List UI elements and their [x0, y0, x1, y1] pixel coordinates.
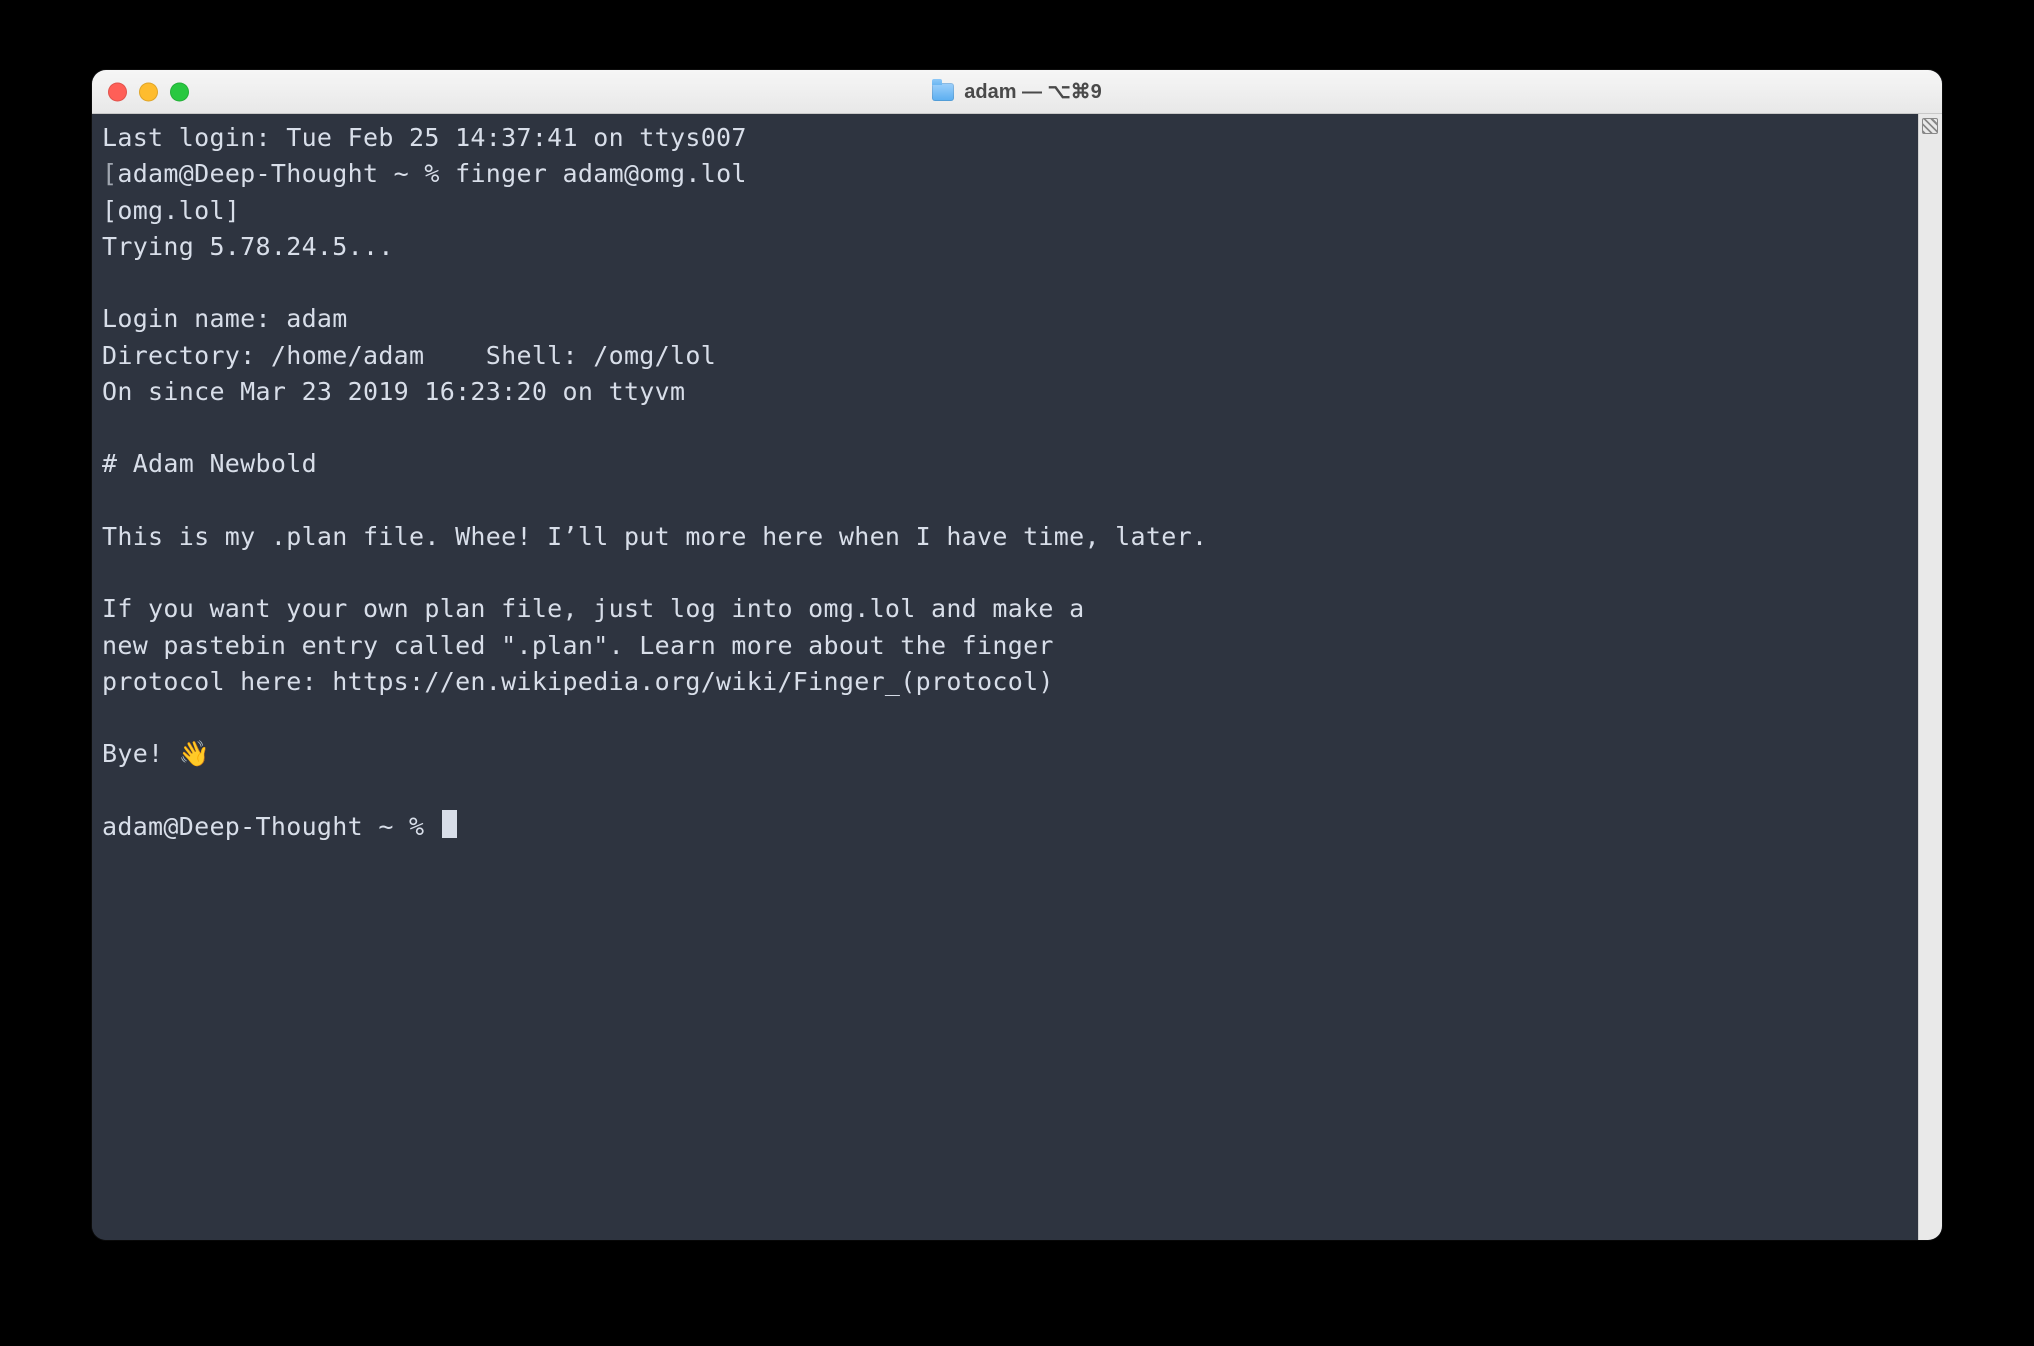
titlebar[interactable]: adam — ⌥⌘9 — [92, 70, 1942, 114]
terminal-window: adam — ⌥⌘9 Last login: Tue Feb 25 14:37:… — [92, 70, 1942, 1240]
terminal-output[interactable]: Last login: Tue Feb 25 14:37:41 on ttys0… — [92, 114, 1918, 1240]
blank-line — [102, 483, 1908, 519]
shell-prompt-1: adam@Deep-Thought ~ % — [117, 159, 455, 188]
command-text: finger adam@omg.lol — [455, 159, 747, 188]
shell-prompt-2: adam@Deep-Thought ~ % — [102, 812, 440, 841]
output-login-name: Login name: adam — [102, 301, 1908, 337]
output-host: [omg.lol] — [102, 193, 1908, 229]
plan-paragraph-2-line-3: protocol here: https://en.wikipedia.org/… — [102, 664, 1908, 700]
plan-paragraph-1: This is my .plan file. Whee! I’ll put mo… — [102, 519, 1908, 555]
blank-line — [102, 700, 1908, 736]
blank-line — [102, 265, 1908, 301]
prompt-line-1: [adam@Deep-Thought ~ % finger adam@omg.l… — [102, 156, 1908, 192]
scrollbar[interactable] — [1918, 114, 1942, 1240]
prompt-open-bracket: [ — [102, 159, 117, 188]
window-title-text: adam — ⌥⌘9 — [964, 79, 1102, 104]
terminal-area: Last login: Tue Feb 25 14:37:41 on ttys0… — [92, 114, 1942, 1240]
cursor-block-icon — [442, 810, 457, 838]
blank-line — [102, 555, 1908, 591]
output-trying: Trying 5.78.24.5... — [102, 229, 1908, 265]
plan-paragraph-2-line-2: new pastebin entry called ".plan". Learn… — [102, 628, 1908, 664]
traffic-lights — [108, 82, 189, 101]
plan-heading: # Adam Newbold — [102, 446, 1908, 482]
folder-icon — [932, 83, 954, 101]
minimize-button[interactable] — [139, 82, 158, 101]
plan-bye: Bye! 👋 — [102, 736, 1908, 772]
prompt-line-2[interactable]: adam@Deep-Thought ~ % — [102, 809, 1908, 845]
output-on-since: On since Mar 23 2019 16:23:20 on ttyvm — [102, 374, 1908, 410]
last-login-line: Last login: Tue Feb 25 14:37:41 on ttys0… — [102, 120, 1908, 156]
close-button[interactable] — [108, 82, 127, 101]
scroll-indicator-icon — [1922, 118, 1938, 134]
blank-line — [102, 773, 1908, 809]
zoom-button[interactable] — [170, 82, 189, 101]
output-dir-shell: Directory: /home/adam Shell: /omg/lol — [102, 338, 1908, 374]
blank-line — [102, 410, 1908, 446]
plan-paragraph-2-line-1: If you want your own plan file, just log… — [102, 591, 1908, 627]
window-title: adam — ⌥⌘9 — [932, 79, 1102, 104]
